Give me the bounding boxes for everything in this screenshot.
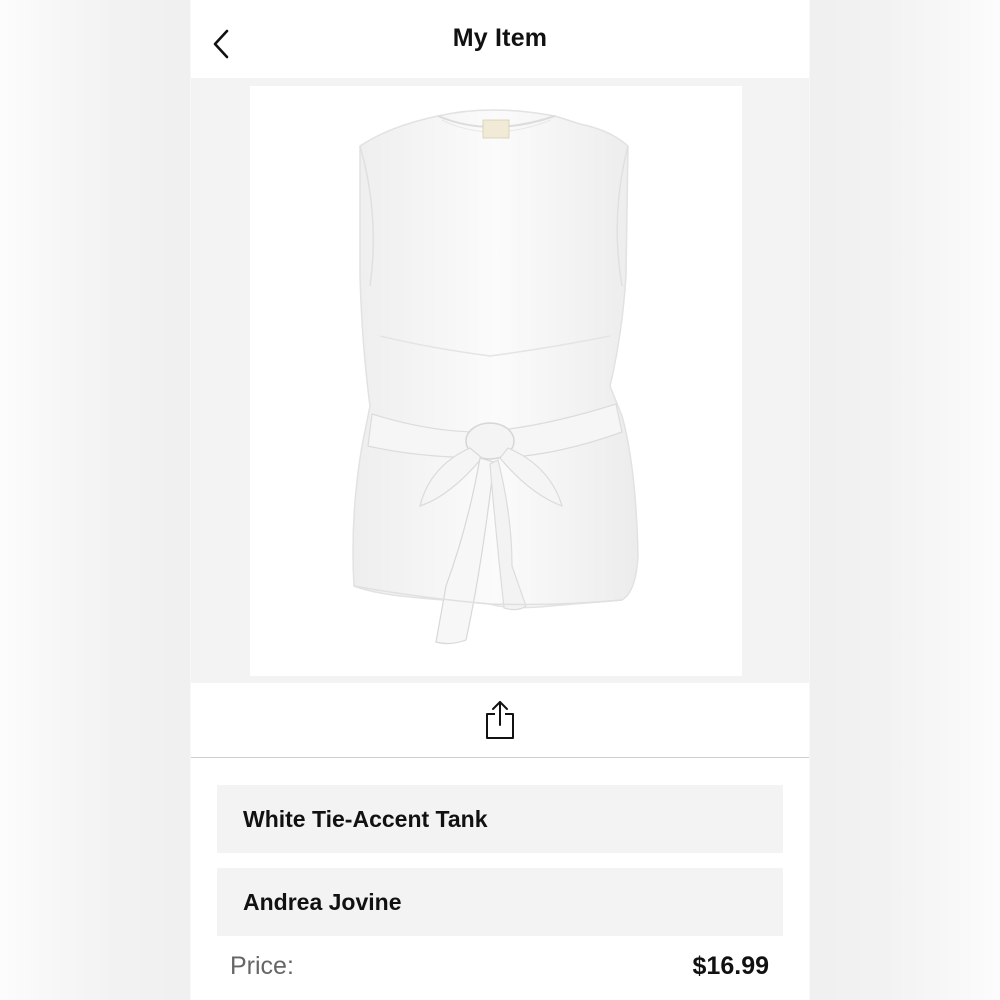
background-left [0, 0, 190, 1000]
page-title: My Item [452, 24, 548, 52]
app-screen: My Item White Tie-Accent Tank Andrea Jov… [191, 0, 809, 1000]
item-name: White Tie-Accent Tank [243, 805, 488, 832]
nav-bar: My Item [191, 0, 809, 78]
product-image [250, 86, 742, 676]
share-icon [486, 701, 514, 739]
share-bar [191, 683, 809, 758]
product-image-container [191, 78, 809, 683]
price-label: Price: [230, 951, 294, 980]
price-value: $16.99 [692, 951, 769, 980]
background-right [810, 0, 1000, 1000]
price-row: Price: $16.99 [230, 946, 769, 986]
brand-name: Andrea Jovine [243, 888, 402, 915]
brand-field: Andrea Jovine [217, 868, 783, 936]
share-button[interactable] [479, 695, 521, 745]
tank-top-illustration [352, 109, 639, 645]
item-name-field: White Tie-Accent Tank [217, 785, 783, 853]
